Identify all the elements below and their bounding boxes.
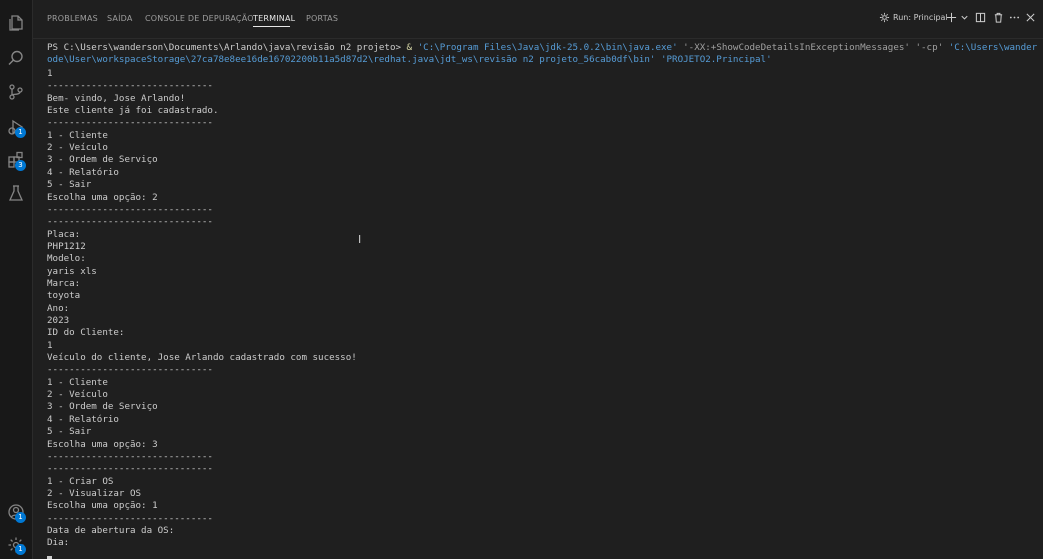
settings-gear-icon[interactable]: 1 [6, 535, 26, 555]
tab-ports[interactable]: PORTAS [306, 14, 338, 23]
terminal-line: 5 - Sair [47, 426, 92, 438]
command-line-continued: ode\User\workspaceStorage\27ca78e8ee16de… [47, 54, 772, 66]
command-classpath-end: ode\User\workspaceStorage\27ca78e8ee16de… [47, 54, 656, 65]
trash-icon [994, 12, 1003, 23]
kill-terminal-button[interactable] [993, 12, 1004, 23]
run-debug-icon[interactable]: 1 [6, 117, 26, 138]
testing-flask-icon[interactable] [6, 183, 26, 203]
terminal-output[interactable]: PS C:\Users\wanderson\Documents\Arlando\… [47, 40, 1037, 559]
terminal-line: Modelo: [47, 253, 86, 265]
settings-badge: 1 [15, 544, 26, 555]
terminal-dropdown-button[interactable] [959, 12, 970, 23]
terminal-line: yaris xls [47, 265, 97, 277]
terminal-line: Placa: [47, 228, 81, 240]
terminal-line: 3 - Ordem de Serviço [47, 154, 158, 166]
terminal-line: 3 - Ordem de Serviço [47, 401, 158, 413]
run-debug-badge: 1 [15, 127, 26, 138]
terminal-line: ------------------------------ [47, 463, 213, 475]
ellipsis-icon [1009, 16, 1020, 19]
terminal-line: 2023 [47, 315, 70, 326]
chevron-down-icon [961, 15, 968, 20]
terminal-line: 2 - Visualizar OS [47, 487, 142, 499]
command-flag-details: '-XX:+ShowCodeDetailsInExceptionMessages… [677, 42, 910, 53]
source-control-icon[interactable] [6, 82, 26, 102]
close-panel-button[interactable] [1025, 12, 1036, 23]
terminal-line: ------------------------------ [47, 80, 213, 92]
terminal-line: 2 - Veículo [47, 142, 108, 154]
vscode-window: 1 3 1 1 PROBLEMAS SAÍDA CONSOLE DE DEPUR… [0, 0, 1043, 559]
terminal-line: Escolha uma opção: 1 [47, 500, 158, 512]
mouse-ibeam-cursor: I [358, 233, 362, 246]
close-icon [1026, 13, 1035, 22]
terminal-line: ------------------------------ [47, 512, 213, 524]
command-java-exe: 'C:\Program Files\Java\jdk-25.0.2\bin\ja… [417, 42, 678, 53]
tab-terminal[interactable]: TERMINAL [253, 14, 295, 23]
accounts-icon[interactable]: 1 [6, 502, 26, 523]
terminal-line: 1 - Cliente [47, 129, 108, 141]
accounts-badge: 1 [15, 512, 26, 523]
terminal-line: 1 - Cliente [47, 376, 108, 388]
terminal-line: Este cliente já foi cadastrado. [47, 105, 219, 117]
terminal-line: 1 [47, 339, 53, 351]
split-icon [975, 12, 986, 23]
terminal-line: toyota [47, 290, 81, 302]
terminal-line: Escolha uma opção: 2 [47, 191, 158, 203]
terminal-line: Bem- vindo, Jose Arlando! [47, 92, 186, 104]
prompt-text: PS C:\Users\wanderson\Documents\Arlando\… [47, 42, 407, 53]
tab-debug-console[interactable]: CONSOLE DE DEPURAÇÃO [145, 14, 254, 23]
terminal-line: 4 - Relatório [47, 413, 119, 425]
terminal-line: 2 - Veículo [47, 389, 108, 401]
active-tab-indicator [253, 26, 290, 27]
terminal-line: 1 [47, 68, 53, 79]
terminal-line: Dia: [47, 537, 70, 549]
terminal-line: Escolha uma opção: 3 [47, 438, 158, 450]
new-terminal-button[interactable] [946, 12, 957, 23]
terminal-line: ------------------------------ [47, 203, 213, 215]
terminal-line: PHP1212 [47, 240, 86, 252]
plus-icon [946, 12, 957, 23]
command-line: PS C:\Users\wanderson\Documents\Arlando\… [47, 42, 1037, 54]
terminal-line: Data de abertura da OS: [47, 524, 175, 536]
terminal-cursor [47, 555, 52, 559]
run-principal-terminal[interactable]: Run: Principal [879, 12, 948, 23]
terminal-line: Ano: [47, 302, 70, 314]
command-classpath-start: 'C:\Users\wanderson\AppData\Roami [948, 42, 1037, 53]
activity-bar: 1 3 1 1 [0, 0, 33, 559]
terminal-line: 4 - Relatório [47, 166, 119, 178]
terminal-line: ID do Cliente: [47, 327, 125, 339]
bottom-panel: PROBLEMAS SAÍDA CONSOLE DE DEPURAÇÃO TER… [33, 0, 1043, 559]
terminal-line: ------------------------------ [47, 450, 213, 462]
more-actions-button[interactable] [1009, 12, 1020, 23]
extensions-icon[interactable]: 3 [6, 150, 26, 171]
extensions-badge: 3 [15, 160, 26, 171]
run-principal-label: Run: Principal [893, 13, 948, 22]
terminal-line: 1 - Criar OS [47, 475, 114, 487]
terminal-tools-icon [879, 12, 890, 23]
terminal-line: ------------------------------ [47, 216, 213, 228]
search-icon[interactable] [6, 48, 26, 68]
split-terminal-button[interactable] [975, 12, 986, 23]
terminal-line: 5 - Sair [47, 179, 92, 191]
terminal-line: Marca: [47, 277, 81, 289]
command-main-class: 'PROJETO2.Principal' [655, 54, 772, 65]
terminal-cursor-line [47, 550, 52, 559]
panel-header: PROBLEMAS SAÍDA CONSOLE DE DEPURAÇÃO TER… [33, 0, 1043, 39]
tab-problems[interactable]: PROBLEMAS [47, 14, 98, 23]
command-flag-cp: '-cp' [909, 42, 944, 53]
command-call-operator: & [406, 42, 418, 53]
tab-output[interactable]: SAÍDA [107, 14, 133, 23]
terminal-line: Veículo do cliente, Jose Arlando cadastr… [47, 352, 357, 364]
explorer-icon[interactable] [6, 13, 26, 33]
terminal-line: ------------------------------ [47, 364, 213, 376]
terminal-line: ------------------------------ [47, 117, 213, 129]
